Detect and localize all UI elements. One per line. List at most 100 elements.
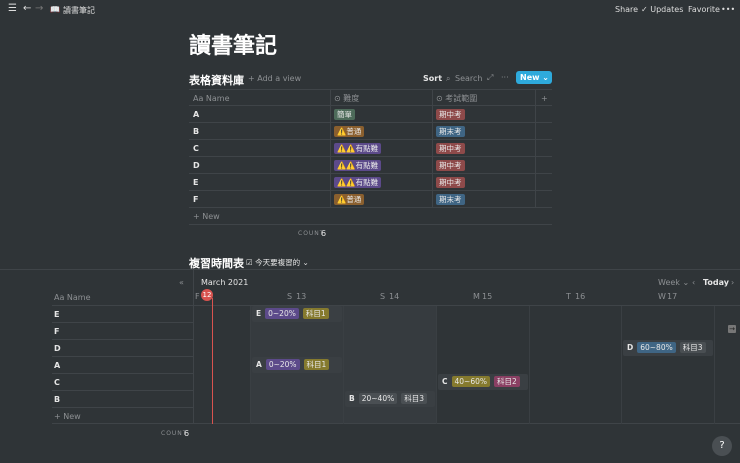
- timeline-row[interactable]: D: [52, 340, 193, 357]
- progress-tag: 40~60%: [451, 376, 491, 387]
- forward-icon[interactable]: →: [35, 3, 43, 14]
- day-label: S: [287, 292, 293, 301]
- next-icon[interactable]: ›: [731, 278, 734, 287]
- divider: [193, 270, 194, 424]
- today-line: [212, 298, 213, 424]
- add-column-icon[interactable]: +: [537, 90, 548, 107]
- new-button[interactable]: New ⌄: [516, 71, 552, 84]
- more-icon[interactable]: ···: [501, 73, 509, 82]
- timeline-row[interactable]: C: [52, 374, 193, 391]
- exam-range-cell[interactable]: 期中考: [432, 140, 465, 157]
- table-title: 表格資料庫: [189, 74, 244, 87]
- day-number: 15: [482, 292, 493, 301]
- row-name[interactable]: C: [189, 140, 199, 157]
- exam-range-cell[interactable]: 期中考: [432, 106, 465, 123]
- checkbox-icon: ☑: [246, 258, 256, 267]
- column-name-label: Name: [205, 94, 230, 103]
- updates-button[interactable]: ✓ Updates: [641, 5, 683, 14]
- exam-range-cell[interactable]: 期末考: [432, 123, 465, 140]
- progress-tag: 60~80%: [637, 342, 676, 353]
- chevron-down-icon[interactable]: ⌄: [542, 71, 549, 84]
- add-view-button[interactable]: + Add a view: [248, 74, 301, 83]
- prev-icon[interactable]: ‹: [692, 278, 695, 287]
- table-row[interactable]: A 簡單 期中考: [189, 106, 552, 123]
- exam-range-cell[interactable]: 期中考: [432, 157, 465, 174]
- subject-tag: 科目1: [302, 308, 329, 319]
- row-name[interactable]: D: [189, 157, 200, 174]
- difficulty-cell[interactable]: ⚠️⚠️有點難: [330, 174, 382, 191]
- row-name[interactable]: B: [189, 123, 199, 140]
- table-new-row[interactable]: + New: [189, 208, 552, 225]
- table-row[interactable]: F ⚠️普通 期末考: [189, 191, 552, 208]
- day-divider: [436, 306, 437, 424]
- menu-icon[interactable]: ☰: [8, 3, 17, 14]
- today-button[interactable]: Today: [703, 278, 729, 287]
- breadcrumb-page[interactable]: 讀書筆記: [63, 5, 95, 16]
- progress-tag: 0~20%: [265, 359, 300, 370]
- column-exam-range[interactable]: ⊙ 考試範圍: [432, 90, 477, 107]
- divider: [0, 269, 740, 270]
- card-name: B: [349, 394, 355, 403]
- difficulty-cell[interactable]: ⚠️普通: [330, 123, 365, 140]
- timeline-card[interactable]: C 40~60% 科目2: [438, 374, 528, 390]
- day-divider: [714, 306, 715, 424]
- more-button[interactable]: •••: [721, 5, 735, 14]
- card-name: D: [627, 343, 634, 352]
- difficulty-cell[interactable]: ⚠️普通: [330, 191, 365, 208]
- timeline-row[interactable]: E: [52, 306, 193, 323]
- exam-range-cell[interactable]: 期中考: [432, 174, 465, 191]
- table-row[interactable]: D ⚠️⚠️有點難 期中考: [189, 157, 552, 174]
- timeline-card[interactable]: E 0~20% 科目1: [252, 306, 342, 322]
- favorite-button[interactable]: Favorite: [688, 5, 720, 14]
- timeline-view-button[interactable]: ☑ 今天要複習的 ⌄: [246, 257, 309, 268]
- share-button[interactable]: Share: [615, 5, 638, 14]
- week-select[interactable]: Week ⌄: [658, 278, 689, 287]
- difficulty-cell[interactable]: ⚠️⚠️有點難: [330, 157, 382, 174]
- difficulty-cell[interactable]: 簡單: [330, 106, 355, 123]
- progress-tag: 20~40%: [358, 393, 398, 404]
- view-label: 今天要複習的: [255, 258, 301, 267]
- scroll-right-icon[interactable]: →: [728, 325, 736, 333]
- day-number: 17: [667, 292, 678, 301]
- card-name: A: [256, 360, 262, 369]
- day-number: 13: [296, 292, 307, 301]
- timeline-row[interactable]: B: [52, 391, 193, 408]
- search-button[interactable]: Search: [455, 74, 482, 83]
- timeline-card[interactable]: B 20~40% 科目3: [345, 391, 435, 407]
- back-icon[interactable]: ←: [23, 3, 31, 14]
- collapse-icon[interactable]: «: [179, 278, 184, 287]
- timeline-row[interactable]: F: [52, 323, 193, 340]
- sort-button[interactable]: Sort: [423, 74, 442, 83]
- exam-range-cell[interactable]: 期末考: [432, 191, 465, 208]
- timeline-count-value: 6: [184, 429, 190, 438]
- day-label: M: [473, 292, 480, 301]
- timeline-card[interactable]: D 60~80% 科目3: [623, 340, 713, 356]
- search-icon[interactable]: ⌕: [446, 74, 450, 84]
- day-label: T: [566, 292, 571, 301]
- timeline-row[interactable]: A: [52, 357, 193, 374]
- day-divider: [250, 306, 251, 424]
- table-row[interactable]: B ⚠️普通 期末考: [189, 123, 552, 140]
- help-button[interactable]: ?: [712, 436, 732, 456]
- column-name[interactable]: Aa Name: [189, 90, 230, 107]
- difficulty-tag: ⚠️⚠️有點難: [334, 143, 382, 154]
- difficulty-cell[interactable]: ⚠️⚠️有點難: [330, 140, 382, 157]
- expand-icon[interactable]: ⤢: [487, 73, 493, 83]
- column-exam-range-label: 考試範圍: [445, 94, 478, 103]
- table-row[interactable]: C ⚠️⚠️有點難 期中考: [189, 140, 552, 157]
- day-label: W: [658, 292, 666, 301]
- table-row[interactable]: E ⚠️⚠️有點難 期中考: [189, 174, 552, 191]
- day-divider: [529, 306, 530, 424]
- row-name[interactable]: F: [189, 191, 198, 208]
- week-label: Week: [658, 278, 680, 287]
- card-name: C: [442, 377, 448, 386]
- timeline-new-row[interactable]: + New: [52, 408, 193, 425]
- day-divider: [343, 306, 344, 424]
- column-difficulty[interactable]: ⊙ 難度: [330, 90, 359, 107]
- difficulty-tag: ⚠️⚠️有點難: [334, 160, 382, 171]
- exam-range-tag: 期中考: [436, 160, 465, 171]
- timeline-card[interactable]: A 0~20% 科目1: [252, 357, 342, 373]
- row-name[interactable]: A: [189, 106, 199, 123]
- database-table: Aa Name ⊙ 難度 ⊙ 考試範圍 + + New A 簡單 期中考 B ⚠️普通期…: [189, 89, 552, 235]
- row-name[interactable]: E: [189, 174, 198, 191]
